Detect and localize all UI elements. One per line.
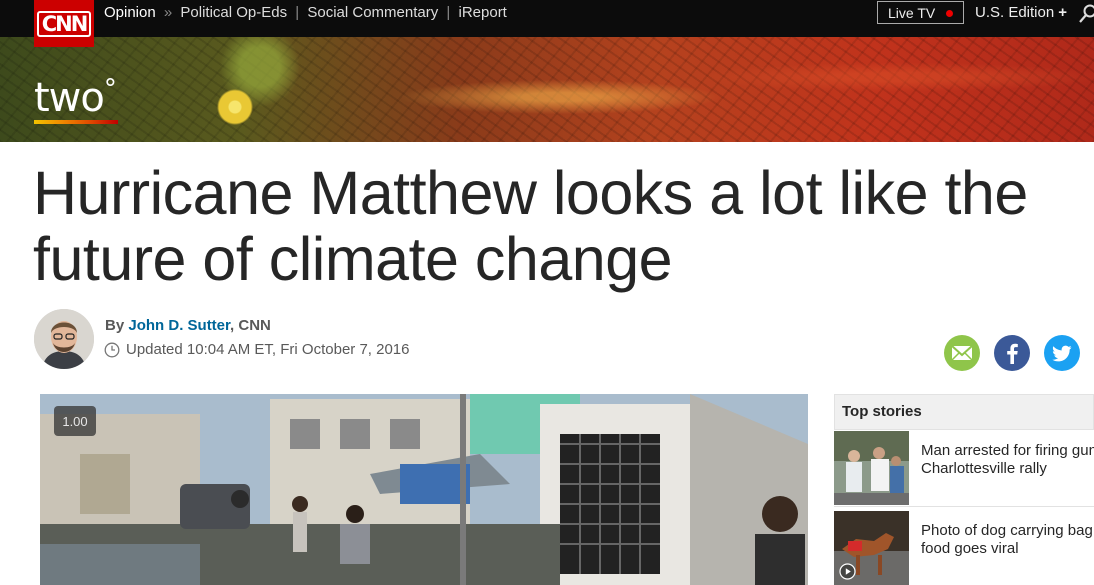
- author-avatar: [34, 309, 94, 369]
- nav-breadcrumb: Opinion » Political Op-Eds | Social Comm…: [104, 4, 507, 21]
- cnn-logo[interactable]: CNN: [34, 0, 94, 47]
- video-player[interactable]: 1.00: [40, 394, 808, 585]
- share-twitter-button[interactable]: [1044, 335, 1080, 371]
- two-logo-underline: [34, 120, 118, 124]
- story-item[interactable]: Photo of dog carrying bag food goes vira…: [834, 511, 1094, 585]
- story-headline-line-1: Photo of dog carrying bag: [921, 522, 1093, 539]
- two-degrees-banner: two°: [0, 37, 1094, 142]
- play-icon: [839, 563, 856, 580]
- live-tv-button[interactable]: Live TV: [877, 1, 964, 24]
- two-logo-text: two: [34, 75, 105, 121]
- nav-section-opinion[interactable]: Opinion: [104, 4, 156, 21]
- story-thumbnail[interactable]: [834, 511, 909, 585]
- video-frame: [40, 394, 808, 585]
- two-logo-degree: °: [103, 74, 117, 104]
- playback-speed-badge[interactable]: 1.00: [54, 406, 96, 436]
- search-icon[interactable]: [1079, 4, 1094, 24]
- cnn-logo-text: CNN: [36, 10, 92, 37]
- top-stories-panel: Top stories Man arrested for firing gun …: [834, 394, 1094, 585]
- story-headline-line-1: Man arrested for firing gun: [921, 442, 1094, 459]
- headline-line-1: Hurricane Matthew looks a lot like the: [33, 159, 1028, 227]
- twitter-icon: [1052, 345, 1072, 362]
- author-link[interactable]: John D. Sutter: [128, 317, 230, 334]
- story-headline[interactable]: Photo of dog carrying bag food goes vira…: [921, 522, 1094, 558]
- top-nav: Opinion » Political Op-Eds | Social Comm…: [0, 0, 1094, 37]
- story-headline[interactable]: Man arrested for firing gun Charlottesvi…: [921, 442, 1094, 478]
- live-indicator-icon: [946, 10, 953, 17]
- story-headline-line-2: food goes viral: [921, 540, 1019, 557]
- updated-timestamp: Updated 10:04 AM ET, Fri October 7, 2016: [104, 341, 410, 358]
- nav-link-social-commentary[interactable]: Social Commentary: [307, 4, 438, 21]
- story-thumbnail[interactable]: [834, 431, 909, 505]
- story-headline-line-2: Charlottesville rally: [921, 460, 1047, 477]
- top-stories-title: Top stories: [834, 394, 1094, 430]
- live-tv-label: Live TV: [888, 4, 936, 21]
- byline-by: By: [105, 317, 125, 334]
- share-email-button[interactable]: [944, 335, 980, 371]
- headline-line-2: future of climate change: [33, 225, 673, 293]
- byline-outlet: , CNN: [230, 317, 271, 334]
- byline: By John D. Sutter, CNN: [105, 317, 271, 334]
- two-degrees-logo[interactable]: two°: [34, 74, 117, 121]
- story-item[interactable]: Man arrested for firing gun Charlottesvi…: [834, 431, 1094, 507]
- updated-text: Updated 10:04 AM ET, Fri October 7, 2016: [126, 341, 410, 358]
- facebook-icon: [1007, 343, 1018, 364]
- nav-link-ireport[interactable]: iReport: [459, 4, 507, 21]
- email-icon: [951, 345, 973, 361]
- nav-link-political-op-eds[interactable]: Political Op-Eds: [180, 4, 287, 21]
- clock-icon: [104, 342, 120, 357]
- article-headline: Hurricane Matthew looks a lot like the f…: [33, 160, 1093, 292]
- edition-plus-icon: +: [1058, 4, 1067, 21]
- nav-separator: »: [163, 4, 173, 21]
- nav-divider: |: [446, 4, 451, 21]
- edition-selector[interactable]: U.S. Edition +: [975, 4, 1067, 21]
- edition-label: U.S. Edition: [975, 4, 1055, 21]
- nav-divider: |: [295, 4, 300, 21]
- share-facebook-button[interactable]: [994, 335, 1030, 371]
